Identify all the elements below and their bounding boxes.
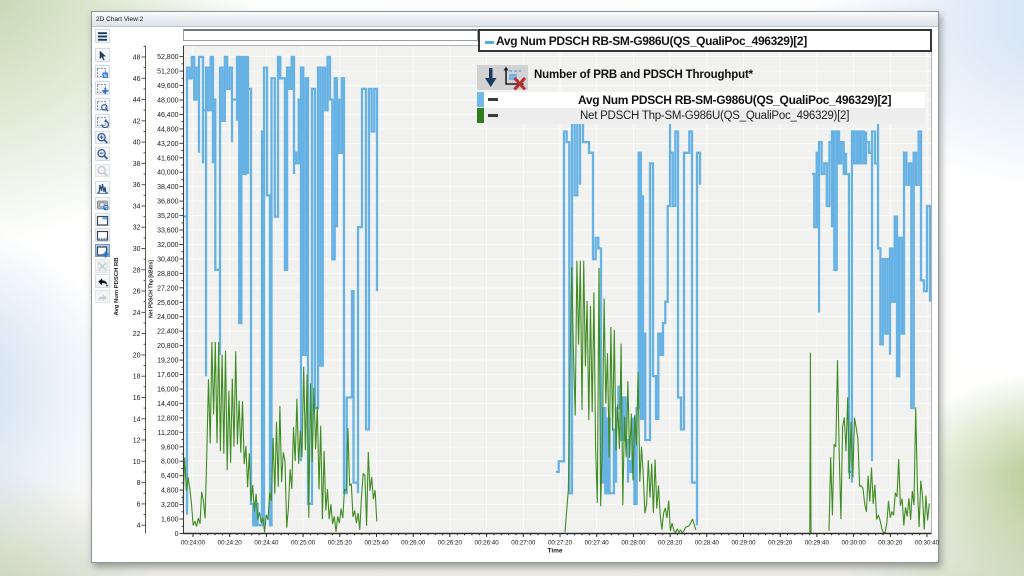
svg-text:1,600: 1,600: [161, 517, 179, 524]
svg-text:8: 8: [137, 480, 141, 487]
svg-text:24: 24: [133, 310, 141, 317]
svg-text:00:24:20: 00:24:20: [218, 540, 243, 547]
svg-text:00:27:40: 00:27:40: [585, 540, 610, 547]
svg-text:00:26:20: 00:26:20: [438, 540, 463, 547]
svg-text:Net PDSCH Thp [kBit/s]: Net PDSCH Thp [kBit/s]: [149, 260, 155, 318]
svg-text:30: 30: [133, 246, 141, 253]
svg-text:00:27:00: 00:27:00: [511, 540, 536, 547]
svg-text:00:25:00: 00:25:00: [291, 540, 316, 547]
svg-text:0: 0: [175, 531, 179, 538]
svg-text:17,600: 17,600: [157, 372, 179, 379]
svg-text:Avg Num PDSCH RB: Avg Num PDSCH RB: [114, 257, 120, 315]
svg-text:00:29:40: 00:29:40: [805, 540, 830, 547]
svg-text:41,600: 41,600: [157, 155, 179, 162]
svg-text:00:26:00: 00:26:00: [401, 540, 426, 547]
svg-text:4,800: 4,800: [161, 488, 179, 495]
svg-text:00:25:20: 00:25:20: [328, 540, 353, 547]
svg-text:Time: Time: [547, 548, 562, 555]
svg-text:34: 34: [133, 204, 141, 211]
svg-text:00:30:00: 00:30:00: [842, 540, 867, 547]
svg-text:00:29:00: 00:29:00: [731, 540, 756, 547]
svg-text:24,000: 24,000: [157, 314, 179, 321]
svg-text:3,200: 3,200: [161, 502, 179, 509]
svg-text:12: 12: [133, 438, 141, 445]
svg-text:00:28:40: 00:28:40: [695, 540, 720, 547]
svg-text:26: 26: [133, 289, 141, 296]
svg-text:00:30:40: 00:30:40: [915, 540, 940, 547]
svg-text:00:29:20: 00:29:20: [768, 540, 793, 547]
svg-text:6,400: 6,400: [161, 473, 179, 480]
svg-text:22: 22: [133, 331, 141, 338]
svg-text:00:30:20: 00:30:20: [878, 540, 903, 547]
svg-text:33,600: 33,600: [157, 228, 179, 235]
svg-text:32: 32: [133, 225, 141, 232]
svg-text:12,800: 12,800: [157, 415, 179, 422]
svg-text:42: 42: [133, 118, 141, 125]
svg-text:49,600: 49,600: [157, 83, 179, 90]
svg-text:35,200: 35,200: [157, 213, 179, 220]
svg-text:4: 4: [137, 523, 141, 530]
svg-text:00:28:20: 00:28:20: [658, 540, 683, 547]
svg-text:8,000: 8,000: [161, 459, 179, 466]
svg-text:00:25:40: 00:25:40: [364, 540, 389, 547]
svg-text:14,400: 14,400: [157, 401, 179, 408]
svg-text:48,000: 48,000: [157, 98, 179, 105]
svg-text:51,200: 51,200: [157, 69, 179, 76]
svg-text:40,000: 40,000: [157, 170, 179, 177]
svg-text:00:26:40: 00:26:40: [475, 540, 500, 547]
svg-text:46,400: 46,400: [157, 112, 179, 119]
svg-text:9,600: 9,600: [161, 444, 179, 451]
svg-text:46: 46: [133, 76, 141, 83]
svg-text:38: 38: [133, 161, 141, 168]
svg-text:27,200: 27,200: [157, 285, 179, 292]
svg-text:44,800: 44,800: [157, 126, 179, 133]
svg-text:52,800: 52,800: [157, 54, 179, 61]
svg-text:32,000: 32,000: [157, 242, 179, 249]
svg-text:28,800: 28,800: [157, 271, 179, 278]
svg-text:00:27:20: 00:27:20: [548, 540, 573, 547]
svg-text:48: 48: [133, 55, 141, 62]
svg-text:38,400: 38,400: [157, 184, 179, 191]
svg-text:44: 44: [133, 97, 141, 104]
svg-text:00:24:40: 00:24:40: [254, 540, 279, 547]
svg-text:6: 6: [137, 501, 141, 508]
svg-text:36: 36: [133, 182, 141, 189]
svg-text:16: 16: [133, 395, 141, 402]
svg-text:00:24:00: 00:24:00: [181, 540, 206, 547]
svg-text:30,400: 30,400: [157, 256, 179, 263]
svg-text:20,800: 20,800: [157, 343, 179, 350]
svg-text:22,400: 22,400: [157, 329, 179, 336]
svg-text:16,000: 16,000: [157, 387, 179, 394]
svg-text:20: 20: [133, 352, 141, 359]
svg-text:40: 40: [133, 140, 141, 147]
svg-text:36,800: 36,800: [157, 199, 179, 206]
svg-text:14: 14: [133, 416, 141, 423]
svg-text:28: 28: [133, 267, 141, 274]
svg-text:19,200: 19,200: [157, 358, 179, 365]
svg-text:10: 10: [133, 459, 141, 466]
svg-text:00:28:00: 00:28:00: [621, 540, 646, 547]
svg-text:11,200: 11,200: [158, 430, 179, 437]
svg-text:25,600: 25,600: [157, 300, 179, 307]
svg-text:43,200: 43,200: [157, 141, 179, 148]
svg-text:18: 18: [133, 374, 141, 381]
